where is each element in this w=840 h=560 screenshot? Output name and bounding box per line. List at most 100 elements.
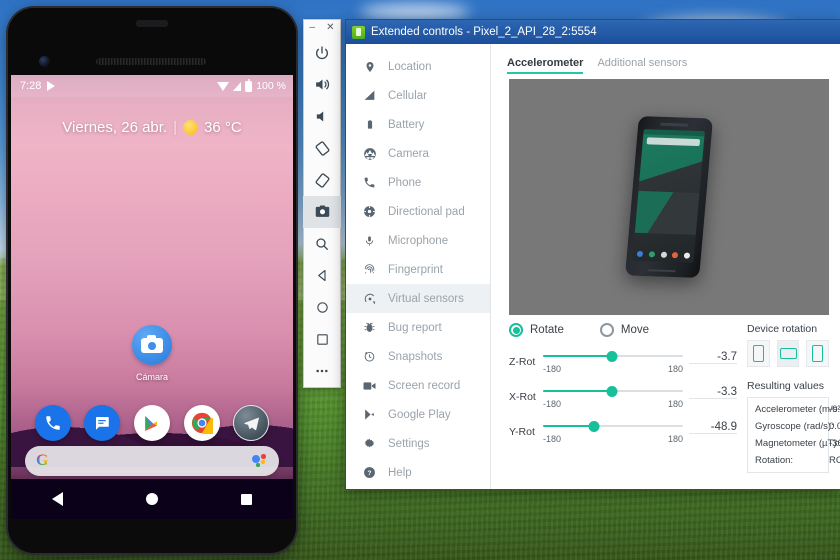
slider-value[interactable]: -3.3	[689, 384, 737, 399]
sidebar-item-battery[interactable]: Battery	[346, 110, 490, 139]
power-icon	[316, 46, 328, 60]
tab-accelerometer[interactable]: Accelerometer	[507, 57, 584, 74]
sidebar-item-phone[interactable]: Phone	[346, 168, 490, 197]
sidebar-item-label: Snapshots	[388, 350, 443, 363]
phone-screen[interactable]: 7:28 100 % Viernes, 26 abr. | 36 °C Cáma…	[11, 75, 293, 519]
play-icon	[47, 81, 56, 91]
sidebar-item-bug-report[interactable]: Bug report	[346, 313, 490, 342]
sidebar-item-label: Settings	[388, 437, 430, 450]
sidebar-item-label: Battery	[388, 118, 425, 131]
result-key: Rotation:	[755, 455, 794, 466]
sidebar-item-snapshots[interactable]: Snapshots	[346, 342, 490, 371]
result-key: Magnetometer (µT):	[755, 438, 840, 449]
sidebar-item-label: Camera	[388, 147, 429, 160]
overview-button[interactable]	[303, 323, 341, 355]
nav-home-button[interactable]	[145, 493, 158, 505]
mode-radio-group: Rotate Move	[509, 323, 737, 337]
dock-item-chrome[interactable]	[183, 405, 220, 441]
battery-icon	[362, 117, 377, 132]
phone-landscape-icon	[779, 348, 797, 359]
zoom-button[interactable]	[303, 228, 341, 260]
power-button[interactable]	[303, 37, 341, 69]
volume-up-button[interactable]	[303, 69, 341, 101]
preview-earpiece	[660, 122, 689, 127]
sidebar-item-microphone[interactable]: Microphone	[346, 226, 490, 255]
emulator-device-frame: 7:28 100 % Viernes, 26 abr. | 36 °C Cáma…	[8, 8, 296, 553]
volume-down-icon	[316, 111, 323, 122]
sidebar-item-google-play[interactable]: Google Play	[346, 400, 490, 429]
radio-label: Rotate	[530, 324, 564, 336]
slider-track[interactable]	[543, 419, 683, 433]
assistant-icon[interactable]	[252, 454, 268, 468]
window-titlebar[interactable]: Extended controls - Pixel_2_API_28_2:555…	[346, 20, 840, 44]
tab-bar: Accelerometer Additional sensors	[491, 44, 840, 74]
nav-back-button[interactable]	[52, 492, 64, 506]
rotate-right-button[interactable]	[303, 164, 341, 196]
sidebar-item-label: Screen record	[388, 379, 461, 392]
radio-move[interactable]: Move	[599, 323, 649, 337]
result-row-rotation: Rotation: ROTATI	[755, 455, 840, 466]
slider-handle[interactable]	[606, 350, 618, 362]
snapshot-clock-icon	[362, 350, 377, 363]
slider-track[interactable]	[543, 384, 683, 398]
back-button[interactable]	[303, 260, 341, 292]
battery-icon	[245, 78, 253, 92]
video-camera-icon	[362, 380, 377, 392]
google-search-bar[interactable]: G	[25, 446, 279, 476]
slider-value[interactable]: -3.7	[689, 349, 737, 364]
sidebar-item-screen-record[interactable]: Screen record	[346, 371, 490, 400]
sidebar-item-virtual-sensors[interactable]: Virtual sensors	[346, 284, 490, 313]
slider-value[interactable]: -48.9	[689, 419, 737, 434]
rotation-reverse-portrait-button[interactable]	[806, 340, 830, 367]
slider-x-rot: X-Rot -180 180 -3.3	[509, 384, 737, 409]
nav-recents-button[interactable]	[240, 493, 252, 505]
dock-item-telegram[interactable]	[233, 405, 270, 441]
slider-handle[interactable]	[588, 420, 600, 432]
extended-controls-window: Extended controls - Pixel_2_API_28_2:555…	[345, 19, 840, 490]
app-icon-camera[interactable]: Cámara	[11, 325, 293, 382]
screenshot-button[interactable]	[303, 196, 341, 228]
sidebar-item-location[interactable]: Location	[346, 52, 490, 81]
home-button[interactable]	[303, 292, 341, 324]
device-preview-area[interactable]	[509, 79, 829, 315]
phone-icon	[45, 416, 60, 430]
slider-handle[interactable]	[606, 385, 618, 397]
slider-min: -180	[543, 399, 562, 409]
magnifier-icon	[316, 238, 328, 250]
sidebar: Location Cellular Battery Camera Phone D…	[346, 44, 491, 489]
close-button[interactable]: ✕	[326, 23, 334, 33]
emulator-toolbar: – ✕	[303, 19, 341, 388]
sidebar-item-fingerprint[interactable]: Fingerprint	[346, 255, 490, 284]
rotate-left-button[interactable]	[303, 132, 341, 164]
status-bar-time: 7:28	[20, 80, 42, 92]
minimize-button[interactable]: –	[310, 23, 316, 33]
sidebar-item-directional-pad[interactable]: Directional pad	[346, 197, 490, 226]
more-button[interactable]	[303, 355, 341, 387]
radio-rotate[interactable]: Rotate	[509, 323, 564, 337]
slider-track[interactable]	[543, 349, 683, 363]
volume-down-button[interactable]	[303, 101, 341, 133]
dock-item-messages[interactable]	[84, 405, 121, 441]
sidebar-item-help[interactable]: ? Help	[346, 458, 490, 487]
sidebar-item-settings[interactable]: Settings	[346, 429, 490, 458]
rotation-landscape-button[interactable]	[776, 340, 800, 367]
dock-item-play-store[interactable]	[133, 405, 170, 441]
sensor-controls-left: Rotate Move Z-Rot -180 180 -3.7 X-Rot -1…	[509, 323, 737, 489]
rotation-portrait-button[interactable]	[747, 340, 770, 367]
dock-item-phone[interactable]	[34, 405, 71, 441]
help-question-icon: ?	[362, 466, 377, 479]
battery-level: 100 %	[256, 80, 286, 92]
result-value: ROTATI	[829, 455, 840, 466]
sidebar-item-camera[interactable]: Camera	[346, 139, 490, 168]
location-pin-icon	[362, 60, 377, 74]
slider-label: X-Rot	[509, 391, 536, 403]
sidebar-item-cellular[interactable]: Cellular	[346, 81, 490, 110]
sidebar-item-label: Virtual sensors	[388, 292, 464, 305]
radio-indicator	[509, 323, 523, 337]
device-rotation-title: Device rotation	[747, 323, 818, 335]
preview-device-3d	[624, 116, 714, 278]
date-weather-widget[interactable]: Viernes, 26 abr. | 36 °C	[11, 119, 293, 136]
phone-portrait-icon	[752, 345, 764, 362]
tab-additional-sensors[interactable]: Additional sensors	[597, 57, 687, 74]
radio-indicator	[599, 323, 614, 337]
